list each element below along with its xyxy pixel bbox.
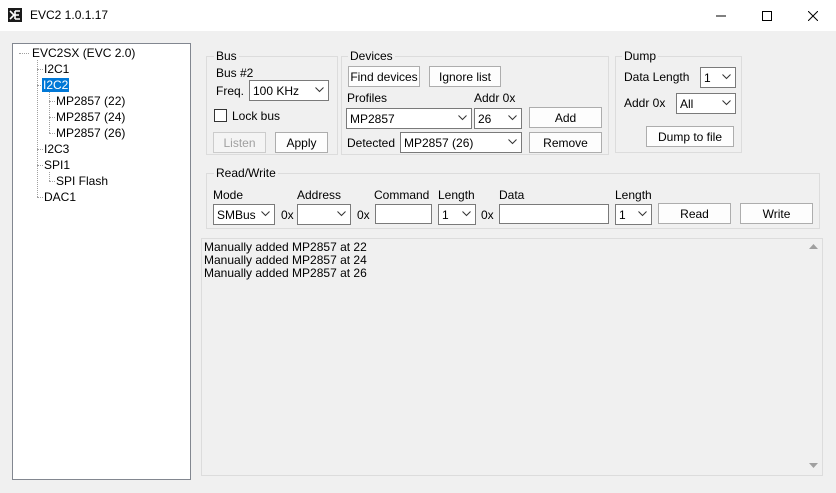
bus-group-title: Bus [214, 49, 239, 63]
dump-group-title: Dump [622, 49, 659, 63]
freq-dropdown[interactable]: 100 KHz [249, 80, 329, 101]
data-input[interactable] [499, 204, 609, 224]
tree-node-evc2sx[interactable]: EVC2SX (EVC 2.0) [31, 46, 136, 60]
bus-name: Bus #2 [216, 66, 254, 80]
log-line: Manually added MP2857 at 26 [204, 266, 367, 280]
chevron-down-icon [315, 87, 324, 93]
chevron-down-icon [508, 139, 517, 145]
chevron-down-icon [337, 211, 346, 217]
tree-connector [19, 53, 29, 54]
length-dropdown[interactable]: 1 [438, 204, 476, 225]
length2-dropdown[interactable]: 1 [615, 204, 652, 225]
ignore-list-button[interactable]: Ignore list [429, 66, 501, 87]
find-devices-button[interactable]: Find devices [348, 66, 420, 87]
data-length-label: Data Length [624, 70, 690, 84]
tree-node-i2c2[interactable]: I2C2 [42, 78, 70, 92]
tree-node-mp2857-22[interactable]: MP2857 (22) [55, 94, 126, 108]
title-bar: EVC2 1.0.1.17 [0, 0, 836, 31]
mode-dropdown[interactable]: SMBus [213, 204, 275, 225]
tree-node-spi-flash[interactable]: SPI Flash [55, 174, 109, 188]
evc2-app-icon [8, 8, 22, 22]
freq-label: Freq. [216, 84, 245, 98]
detected-value: MP2857 (26) [404, 136, 474, 150]
tree-node-i2c1[interactable]: I2C1 [43, 62, 70, 76]
apply-button[interactable]: Apply [275, 132, 328, 153]
chevron-down-icon [462, 211, 471, 217]
mode-label: Mode [213, 188, 244, 202]
length-label: Length [438, 188, 475, 202]
maximize-button[interactable] [744, 0, 790, 31]
tree-node-spi1[interactable]: SPI1 [43, 158, 71, 172]
chevron-down-icon [722, 100, 731, 106]
dump-to-file-button[interactable]: Dump to file [646, 126, 734, 147]
data-label: Data [499, 188, 525, 202]
lock-bus-label: Lock bus [232, 109, 281, 123]
scroll-up-icon[interactable] [809, 244, 818, 250]
address-dropdown[interactable] [297, 204, 351, 225]
device-tree[interactable]: EVC2SX (EVC 2.0) I2C1 I2C2 MP2857 (22) M… [12, 43, 191, 480]
tree-node-dac1[interactable]: DAC1 [43, 190, 77, 204]
tree-node-mp2857-26[interactable]: MP2857 (26) [55, 126, 126, 140]
dump-addr-label: Addr 0x [624, 96, 666, 110]
minimize-icon [716, 15, 726, 16]
window-title: EVC2 1.0.1.17 [30, 8, 109, 22]
command-label: Command [374, 188, 430, 202]
chevron-down-icon [638, 211, 647, 217]
log-scrollbar[interactable] [805, 239, 822, 475]
listen-button[interactable]: Listen [213, 132, 266, 153]
chevron-down-icon [458, 115, 467, 121]
tree-node-mp2857-24[interactable]: MP2857 (24) [55, 110, 126, 124]
tree-connector [49, 92, 50, 133]
tree-connector [37, 60, 38, 197]
read-button[interactable]: Read [658, 203, 731, 224]
data-length-dropdown[interactable]: 1 [700, 67, 736, 88]
tree-node-i2c3[interactable]: I2C3 [43, 142, 70, 156]
remove-button[interactable]: Remove [529, 132, 602, 153]
profile-value: MP2857 [350, 112, 395, 126]
detected-dropdown[interactable]: MP2857 (26) [400, 132, 522, 153]
chevron-down-icon [508, 115, 517, 121]
write-button[interactable]: Write [740, 203, 813, 224]
address-label: Address [297, 188, 342, 202]
chevron-down-icon [722, 74, 731, 80]
close-button[interactable] [790, 0, 836, 31]
lock-bus-checkbox[interactable] [214, 109, 227, 122]
devices-group-title: Devices [348, 49, 395, 63]
addr-value: 26 [478, 112, 492, 126]
maximize-icon [762, 10, 772, 21]
add-button[interactable]: Add [529, 107, 602, 128]
minimize-button[interactable] [698, 0, 744, 31]
freq-value: 100 KHz [253, 84, 300, 98]
addr-label: Addr 0x [474, 91, 516, 105]
tree-connector [49, 172, 50, 181]
data-hex-prefix: 0x [481, 208, 494, 222]
detected-label: Detected [347, 136, 396, 150]
chevron-down-icon [261, 211, 270, 217]
readwrite-group-title: Read/Write [214, 166, 278, 180]
log-output[interactable]: Manually added MP2857 at 22 Manually add… [201, 238, 823, 476]
length2-value: 1 [619, 208, 626, 222]
scroll-down-icon[interactable] [809, 463, 818, 469]
addr-dropdown[interactable]: 26 [474, 108, 522, 129]
address-hex-prefix: 0x [281, 208, 294, 222]
dump-addr-dropdown[interactable]: All [676, 93, 736, 114]
command-input[interactable] [375, 204, 432, 224]
dump-addr-value: All [680, 97, 694, 111]
command-hex-prefix: 0x [357, 208, 370, 222]
data-length-value: 1 [704, 71, 711, 85]
profiles-dropdown[interactable]: MP2857 [346, 108, 472, 129]
profiles-label: Profiles [347, 91, 388, 105]
close-icon [808, 10, 818, 21]
mode-value: SMBus [217, 208, 256, 222]
length-value: 1 [442, 208, 449, 222]
length2-label: Length [615, 188, 652, 202]
